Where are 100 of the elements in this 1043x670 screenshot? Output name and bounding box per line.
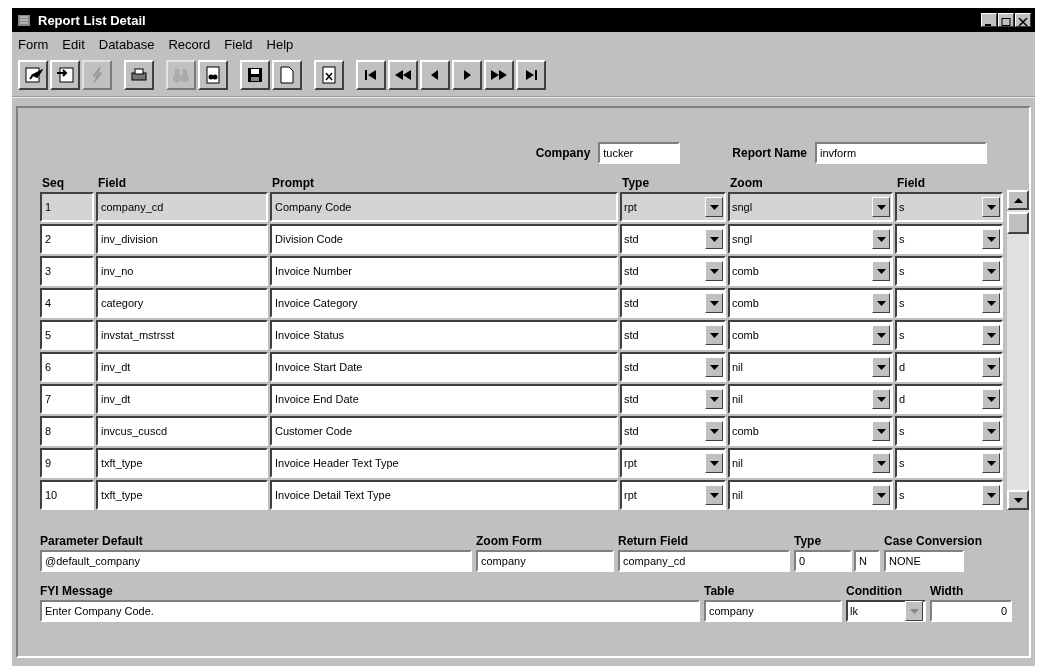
type-dropdown[interactable]: rpt xyxy=(620,448,726,478)
menu-item[interactable]: Form xyxy=(18,37,49,52)
maximize-button[interactable] xyxy=(998,13,1014,27)
seq-cell[interactable]: 1 xyxy=(40,192,94,222)
field-type-dropdown[interactable]: s xyxy=(895,480,1003,510)
table-field[interactable]: company xyxy=(704,600,842,622)
type-dropdown[interactable]: rpt xyxy=(620,480,726,510)
width-field[interactable]: 0 xyxy=(930,600,1012,622)
field-type-dropdown[interactable]: d xyxy=(895,384,1003,414)
table-row[interactable]: 2 inv_division Division Code std sngl s xyxy=(40,224,1003,254)
zoom-dropdown[interactable]: comb xyxy=(728,416,893,446)
menu-item[interactable]: Record xyxy=(168,37,211,52)
scroll-up-button[interactable] xyxy=(1007,190,1029,210)
type-dropdown[interactable]: std xyxy=(620,224,726,254)
seq-cell[interactable]: 5 xyxy=(40,320,94,350)
type-dropdown[interactable]: std xyxy=(620,352,726,382)
prompt-cell[interactable]: Invoice End Date xyxy=(270,384,618,414)
field-cell[interactable]: category xyxy=(96,288,268,318)
seq-cell[interactable]: 7 xyxy=(40,384,94,414)
prompt-cell[interactable]: Invoice Category xyxy=(270,288,618,318)
menu-item[interactable]: Help xyxy=(266,37,294,52)
field-cell[interactable]: invcus_cuscd xyxy=(96,416,268,446)
prompt-cell[interactable]: Invoice Number xyxy=(270,256,618,286)
type-dropdown[interactable]: std xyxy=(620,256,726,286)
table-row[interactable]: 6 inv_dt Invoice Start Date std nil d xyxy=(40,352,1003,382)
prompt-cell[interactable]: Company Code xyxy=(270,192,618,222)
table-row[interactable]: 1 company_cd Company Code rpt sngl s xyxy=(40,192,1003,222)
toolbar-button[interactable] xyxy=(484,60,514,90)
zoom-dropdown[interactable]: nil xyxy=(728,448,893,478)
toolbar-button[interactable] xyxy=(516,60,546,90)
prompt-cell[interactable]: Invoice Start Date xyxy=(270,352,618,382)
zoom-dropdown[interactable]: nil xyxy=(728,352,893,382)
scroll-thumb[interactable] xyxy=(1007,212,1029,234)
zoom-form-field[interactable]: company xyxy=(476,550,614,572)
seq-cell[interactable]: 6 xyxy=(40,352,94,382)
seq-cell[interactable]: 3 xyxy=(40,256,94,286)
toolbar-button[interactable] xyxy=(18,60,48,90)
field-type-dropdown[interactable]: s xyxy=(895,320,1003,350)
field-type-dropdown[interactable]: s xyxy=(895,288,1003,318)
prompt-cell[interactable]: Invoice Header Text Type xyxy=(270,448,618,478)
return-field-field[interactable]: company_cd xyxy=(618,550,790,572)
menu-item[interactable]: Field xyxy=(224,37,253,52)
toolbar-button[interactable] xyxy=(272,60,302,90)
toolbar-button[interactable] xyxy=(198,60,228,90)
zoom-dropdown[interactable]: comb xyxy=(728,320,893,350)
field-cell[interactable]: invstat_mstrsst xyxy=(96,320,268,350)
fyi-message-field[interactable]: Enter Company Code. xyxy=(40,600,700,622)
toolbar-button[interactable] xyxy=(356,60,386,90)
prompt-cell[interactable]: Invoice Detail Text Type xyxy=(270,480,618,510)
seq-cell[interactable]: 9 xyxy=(40,448,94,478)
prompt-cell[interactable]: Division Code xyxy=(270,224,618,254)
toolbar-button[interactable] xyxy=(124,60,154,90)
field-type-dropdown[interactable]: s xyxy=(895,416,1003,446)
toolbar-button[interactable] xyxy=(452,60,482,90)
toolbar-button[interactable] xyxy=(240,60,270,90)
type-flag-field[interactable]: N xyxy=(854,550,880,572)
zoom-dropdown[interactable]: nil xyxy=(728,480,893,510)
field-cell[interactable]: txft_type xyxy=(96,448,268,478)
company-input[interactable]: tucker xyxy=(598,142,681,164)
scrollbar[interactable] xyxy=(1007,190,1029,510)
table-row[interactable]: 9 txft_type Invoice Header Text Type rpt nil s xyxy=(40,448,1003,478)
field-type-dropdown[interactable]: s xyxy=(895,224,1003,254)
toolbar-button[interactable] xyxy=(314,60,344,90)
zoom-dropdown[interactable]: sngl xyxy=(728,224,893,254)
zoom-dropdown[interactable]: nil xyxy=(728,384,893,414)
case-conversion-field[interactable]: NONE xyxy=(884,550,964,572)
zoom-dropdown[interactable]: comb xyxy=(728,256,893,286)
field-cell[interactable]: inv_dt xyxy=(96,352,268,382)
toolbar-button[interactable] xyxy=(388,60,418,90)
minimize-button[interactable] xyxy=(981,13,997,27)
parameter-default-field[interactable]: @default_company xyxy=(40,550,472,572)
field-type-dropdown[interactable]: d xyxy=(895,352,1003,382)
field-cell[interactable]: inv_dt xyxy=(96,384,268,414)
seq-cell[interactable]: 8 xyxy=(40,416,94,446)
field-cell[interactable]: company_cd xyxy=(96,192,268,222)
seq-cell[interactable]: 4 xyxy=(40,288,94,318)
report-name-field[interactable]: invform xyxy=(815,142,987,164)
type-dropdown[interactable]: std xyxy=(620,320,726,350)
field-cell[interactable]: inv_no xyxy=(96,256,268,286)
type-dropdown[interactable]: std xyxy=(620,416,726,446)
zoom-dropdown[interactable]: sngl xyxy=(728,192,893,222)
prompt-cell[interactable]: Invoice Status xyxy=(270,320,618,350)
field-type-dropdown[interactable]: s xyxy=(895,448,1003,478)
type-dropdown[interactable]: rpt xyxy=(620,192,726,222)
prompt-cell[interactable]: Customer Code xyxy=(270,416,618,446)
toolbar-button[interactable] xyxy=(50,60,80,90)
close-button[interactable] xyxy=(1015,13,1031,27)
scroll-down-button[interactable] xyxy=(1007,490,1029,510)
table-row[interactable]: 10 txft_type Invoice Detail Text Type rpt nil s xyxy=(40,480,1003,510)
menu-item[interactable]: Database xyxy=(98,37,155,52)
zoom-dropdown[interactable]: comb xyxy=(728,288,893,318)
toolbar-button[interactable] xyxy=(420,60,450,90)
field-type-dropdown[interactable]: s xyxy=(895,192,1003,222)
field-type-dropdown[interactable]: s xyxy=(895,256,1003,286)
seq-cell[interactable]: 10 xyxy=(40,480,94,510)
type-field[interactable]: 0 xyxy=(794,550,852,572)
type-dropdown[interactable]: std xyxy=(620,384,726,414)
table-row[interactable]: 4 category Invoice Category std comb s xyxy=(40,288,1003,318)
seq-cell[interactable]: 2 xyxy=(40,224,94,254)
table-row[interactable]: 3 inv_no Invoice Number std comb s xyxy=(40,256,1003,286)
